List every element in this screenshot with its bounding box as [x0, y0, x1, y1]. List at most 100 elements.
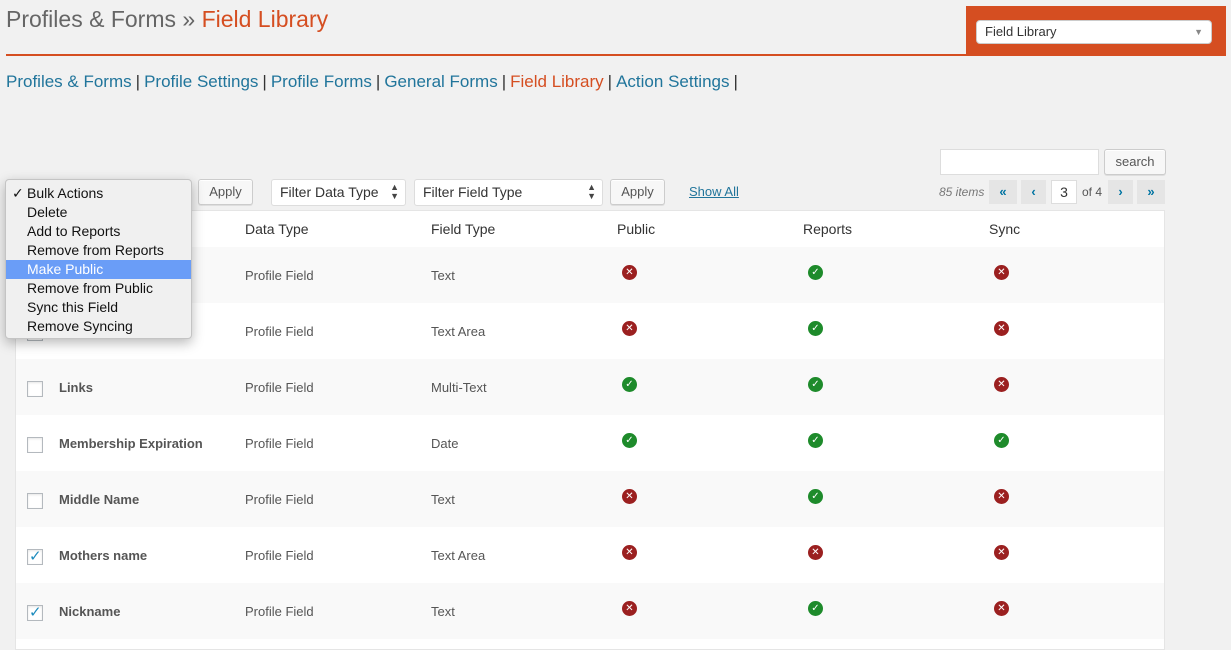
chevron-down-icon: ▼: [1194, 27, 1203, 37]
field-name[interactable]: Mothers name: [59, 548, 147, 563]
bulk-option-remove-syncing[interactable]: Remove Syncing: [6, 317, 191, 336]
x-circle-icon[interactable]: ✕: [994, 601, 1009, 616]
x-circle-icon[interactable]: ✕: [622, 601, 637, 616]
filter-apply-button[interactable]: Apply: [610, 179, 665, 205]
filter-data-type-value: Filter Data Type: [280, 184, 379, 200]
next-page-button[interactable]: ›: [1108, 180, 1133, 204]
row-checkbox[interactable]: [27, 603, 43, 621]
current-page-input[interactable]: 3: [1051, 180, 1077, 204]
bulk-option-make-public[interactable]: Make Public: [6, 260, 191, 279]
field-name[interactable]: Membership Expiration: [59, 436, 203, 451]
bulk-apply-button[interactable]: Apply: [198, 179, 253, 205]
x-circle-icon[interactable]: ✕: [994, 489, 1009, 504]
field-name[interactable]: Middle Name: [59, 492, 139, 507]
total-pages: of 4: [1082, 185, 1103, 199]
check-circle-icon[interactable]: ✓: [808, 601, 823, 616]
row-checkbox[interactable]: [27, 437, 43, 453]
field-name[interactable]: Nickname: [59, 604, 120, 619]
subnav-link-action-settings[interactable]: Action Settings: [616, 72, 729, 91]
table-row: Nickname Profile Field Text ✕ ✓ ✕: [16, 583, 1164, 639]
x-circle-icon[interactable]: ✕: [994, 265, 1009, 280]
field-type-cell: Date: [431, 436, 459, 451]
table-row: Middle Name Profile Field Text ✕ ✓ ✕: [16, 471, 1164, 527]
filter-field-type-select[interactable]: Filter Field Type ▲ ▼: [414, 179, 603, 206]
subnav-separator: |: [262, 72, 267, 91]
search-button[interactable]: search: [1104, 149, 1166, 175]
check-circle-icon[interactable]: ✓: [808, 265, 823, 280]
show-all-link[interactable]: Show All: [689, 184, 739, 199]
bulk-option-label: Remove Syncing: [27, 318, 133, 334]
bulk-option-label: Sync this Field: [27, 299, 119, 315]
bulk-option-label: Remove from Reports: [27, 242, 164, 258]
x-circle-icon[interactable]: ✕: [994, 321, 1009, 336]
subnav-link-profiles-forms[interactable]: Profiles & Forms: [6, 72, 132, 91]
select-arrows-icon: ▲ ▼: [390, 182, 399, 201]
row-checkbox[interactable]: [27, 493, 43, 509]
check-circle-icon[interactable]: ✓: [622, 433, 637, 448]
data-type-cell: Profile Field: [245, 492, 314, 507]
filter-data-type-select[interactable]: Filter Data Type ▲ ▼: [271, 179, 406, 206]
page-title-sub: Field Library: [201, 6, 329, 32]
prev-page-button[interactable]: ‹: [1021, 180, 1046, 204]
subnav-separator: |: [501, 72, 507, 91]
col-header-public[interactable]: Public: [617, 221, 655, 237]
col-header-reports[interactable]: Reports: [803, 221, 852, 237]
subnav-separator: |: [607, 72, 613, 91]
bulk-option-label: Remove from Public: [27, 280, 154, 296]
field-type-cell: Text Area: [431, 324, 486, 339]
subnav-separator: |: [135, 72, 141, 91]
x-circle-icon[interactable]: ✕: [622, 321, 637, 336]
bulk-option-label: Make Public: [27, 261, 104, 277]
bulk-option-label: Add to Reports: [27, 223, 121, 239]
check-circle-icon[interactable]: ✓: [808, 377, 823, 392]
page-title: Profiles & Forms » Field Library: [6, 6, 328, 33]
subnav-link-profile-forms[interactable]: Profile Forms: [271, 72, 372, 91]
x-circle-icon[interactable]: ✕: [622, 545, 637, 560]
subnav-link-field-library[interactable]: Field Library: [510, 72, 604, 91]
x-circle-icon[interactable]: ✕: [622, 489, 637, 504]
bulk-option-remove-from-public[interactable]: Remove from Public: [6, 279, 191, 298]
col-header-field-type[interactable]: Field Type: [431, 221, 495, 237]
check-circle-icon[interactable]: ✓: [622, 377, 637, 392]
search-input[interactable]: [940, 149, 1099, 175]
subnav: Profiles & Forms | Profile Settings | Profil…: [6, 72, 742, 92]
row-checkbox[interactable]: [27, 547, 43, 565]
table-row: Mothers name Profile Field Text Area ✕ ✕ ✕: [16, 527, 1164, 583]
check-circle-icon[interactable]: ✓: [808, 489, 823, 504]
data-type-cell: Profile Field: [245, 380, 314, 395]
table-row: Links Profile Field Multi-Text ✓ ✓ ✕: [16, 359, 1164, 415]
check-circle-icon[interactable]: ✓: [808, 321, 823, 336]
bulk-option-bulk-actions[interactable]: ✓ Bulk Actions: [6, 184, 191, 203]
x-circle-icon[interactable]: ✕: [994, 545, 1009, 560]
x-circle-icon[interactable]: ✕: [808, 545, 823, 560]
data-type-cell: Profile Field: [245, 436, 314, 451]
col-header-data-type[interactable]: Data Type: [245, 221, 309, 237]
page-title-main: Profiles & Forms: [6, 6, 176, 32]
page-switcher-panel: Field Library ▼: [966, 6, 1226, 56]
field-type-cell: Text: [431, 492, 455, 507]
x-circle-icon[interactable]: ✕: [622, 265, 637, 280]
col-header-sync[interactable]: Sync: [989, 221, 1020, 237]
subnav-link-general-forms[interactable]: General Forms: [384, 72, 497, 91]
title-divider: [6, 54, 966, 56]
bulk-option-remove-from-reports[interactable]: Remove from Reports: [6, 241, 191, 260]
data-type-cell: Profile Field: [245, 324, 314, 339]
bulk-actions-dropdown[interactable]: ✓ Bulk Actions Delete Add to Reports Remove …: [5, 179, 192, 339]
check-circle-icon[interactable]: ✓: [808, 433, 823, 448]
bulk-option-add-to-reports[interactable]: Add to Reports: [6, 222, 191, 241]
subnav-separator: |: [733, 72, 738, 91]
x-circle-icon[interactable]: ✕: [994, 377, 1009, 392]
bulk-option-delete[interactable]: Delete: [6, 203, 191, 222]
subnav-separator: |: [375, 72, 381, 91]
page-switcher-select[interactable]: Field Library ▼: [976, 20, 1212, 44]
row-checkbox[interactable]: [27, 381, 43, 397]
check-circle-icon[interactable]: ✓: [994, 433, 1009, 448]
checkmark-icon: ✓: [12, 185, 24, 201]
data-type-cell: Profile Field: [245, 604, 314, 619]
bulk-option-sync-this-field[interactable]: Sync this Field: [6, 298, 191, 317]
first-page-button[interactable]: «: [989, 180, 1017, 204]
subnav-link-profile-settings[interactable]: Profile Settings: [144, 72, 258, 91]
last-page-button[interactable]: »: [1137, 180, 1165, 204]
filter-field-type-value: Filter Field Type: [423, 184, 523, 200]
field-name[interactable]: Links: [59, 380, 93, 395]
